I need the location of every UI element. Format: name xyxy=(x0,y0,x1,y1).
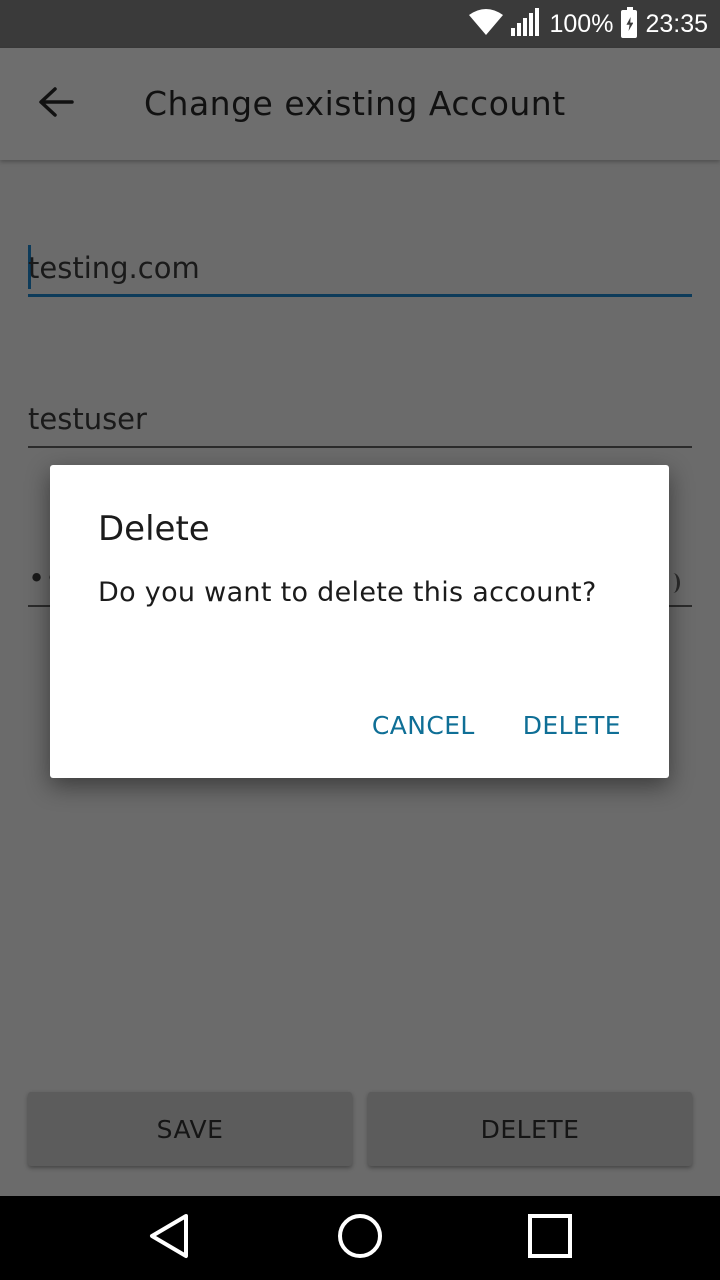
save-button[interactable]: SAVE xyxy=(28,1092,352,1166)
battery-charging-icon xyxy=(621,7,638,38)
dialog-message: Do you want to delete this account? xyxy=(98,577,597,608)
username-field[interactable]: testuser xyxy=(28,384,692,448)
navigation-bar xyxy=(0,1196,720,1280)
clock: 23:35 xyxy=(645,9,708,38)
username-value: testuser xyxy=(28,402,147,436)
dialog-cancel-button[interactable]: CANCEL xyxy=(372,711,475,740)
status-bar: 100% 23:35 xyxy=(0,0,720,48)
nav-back-icon xyxy=(148,1213,192,1263)
nav-home-icon xyxy=(337,1213,383,1263)
nav-recents-button[interactable] xyxy=(505,1196,595,1280)
server-value: testing.com xyxy=(28,251,200,285)
delete-button[interactable]: DELETE xyxy=(368,1092,692,1166)
battery-percent: 100% xyxy=(549,9,614,38)
wifi-icon xyxy=(469,9,504,39)
nav-back-button[interactable] xyxy=(125,1196,215,1280)
signal-icon xyxy=(511,8,541,40)
server-field[interactable]: testing.com xyxy=(28,232,692,297)
page-title: Change existing Account xyxy=(144,84,566,123)
arrow-left-icon xyxy=(38,86,74,122)
dialog-delete-button[interactable]: DELETE xyxy=(523,711,621,740)
status-icons: 100% 23:35 xyxy=(469,0,708,48)
dialog-actions: CANCEL DELETE xyxy=(372,711,621,740)
field-underline xyxy=(28,446,692,448)
dialog-title: Delete xyxy=(98,509,210,549)
back-button[interactable] xyxy=(28,78,84,130)
nav-recents-icon xyxy=(528,1214,572,1262)
field-underline xyxy=(28,294,692,297)
app-bar: Change existing Account xyxy=(0,48,720,160)
delete-dialog: Delete Do you want to delete this accoun… xyxy=(50,465,669,778)
nav-home-button[interactable] xyxy=(315,1196,405,1280)
